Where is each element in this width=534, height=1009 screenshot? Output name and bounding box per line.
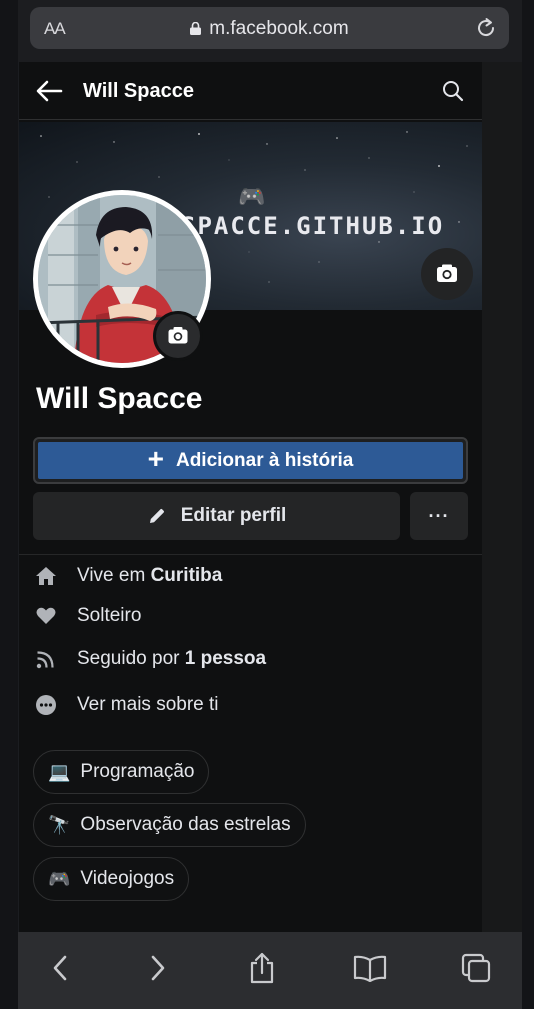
share-icon [250, 952, 274, 984]
browser-toolbar [18, 932, 522, 1009]
edit-profile-button[interactable]: Editar perfil [33, 492, 400, 540]
intro-followers: Seguido por 1 pessoa [35, 645, 266, 673]
laptop-icon: 💻 [48, 761, 71, 782]
page-side-area [482, 62, 522, 932]
telescope-icon: 🔭 [48, 814, 71, 835]
back-arrow-icon[interactable] [35, 79, 63, 103]
add-to-story-button[interactable]: + Adicionar à história [33, 437, 468, 484]
section-divider [19, 554, 482, 555]
hobby-chip[interactable]: 🔭 Observação das estrelas [33, 803, 306, 847]
see-more-about-label: Ver mais sobre ti [77, 694, 219, 715]
cover-gamepad-emoji: 🎮 [238, 184, 266, 209]
url-display[interactable]: m.facebook.com [30, 18, 509, 40]
profile-page: Will Spacce 🎮 SPACCE.GITHUB.IO Will Spac… [19, 62, 482, 932]
intro-see-more[interactable]: Ver mais sobre ti [35, 691, 219, 719]
lock-icon [190, 22, 202, 35]
camera-icon [168, 327, 188, 344]
hobby-label: Observação das estrelas [80, 814, 291, 835]
lives-in-city[interactable]: Curitiba [151, 565, 223, 586]
intro-relationship: Solteiro [35, 602, 141, 630]
home-icon [35, 565, 57, 587]
edit-profile-label: Editar perfil [180, 505, 287, 526]
intro-lives-in: Vive em Curitiba [35, 562, 222, 590]
hobby-label: Videojogos [80, 868, 175, 889]
chevron-right-icon [151, 955, 165, 981]
header-title: Will Spacce [83, 80, 194, 102]
plus-icon: + [147, 443, 164, 474]
more-dots-icon: ··· [428, 505, 450, 526]
device-frame-left [0, 0, 18, 1009]
hobby-label: Programação [80, 761, 195, 782]
rss-icon [35, 648, 57, 670]
address-bar[interactable]: AA m.facebook.com [30, 7, 509, 49]
cover-text: SPACCE.GITHUB.IO [181, 212, 445, 240]
profile-camera-button[interactable] [153, 311, 203, 361]
more-circle-icon [35, 694, 57, 716]
followed-prefix: Seguido por [77, 648, 185, 669]
relationship-status: Solteiro [77, 605, 142, 626]
tabs-button[interactable] [458, 950, 494, 986]
pencil-icon [149, 508, 164, 523]
book-icon [353, 955, 387, 982]
lives-in-prefix: Vive em [77, 565, 151, 586]
followers-count-link[interactable]: 1 pessoa [185, 648, 266, 669]
hobby-chip[interactable]: 🎮 Videojogos [33, 857, 190, 901]
more-options-button[interactable]: ··· [410, 492, 468, 540]
reload-icon[interactable] [475, 17, 497, 39]
cover-camera-button[interactable] [421, 248, 473, 300]
add-to-story-inner: + Adicionar à história [38, 442, 463, 479]
search-icon[interactable] [441, 79, 465, 103]
chevron-left-icon [53, 955, 67, 981]
add-to-story-label: Adicionar à história [175, 449, 354, 471]
tabs-icon [461, 953, 491, 983]
heart-icon [35, 605, 57, 627]
bookmarks-button[interactable] [352, 950, 388, 986]
page-header: Will Spacce [19, 62, 482, 120]
browser-forward-button[interactable] [140, 950, 176, 986]
browser-back-button[interactable] [42, 950, 78, 986]
share-button[interactable] [244, 950, 280, 986]
hobby-chip[interactable]: 💻 Programação [33, 750, 210, 794]
device-frame-right [522, 0, 534, 1009]
profile-name: Will Spacce [36, 382, 203, 415]
url-text: m.facebook.com [209, 18, 349, 39]
camera-icon [437, 264, 457, 282]
gamepad-icon: 🎮 [48, 868, 71, 889]
